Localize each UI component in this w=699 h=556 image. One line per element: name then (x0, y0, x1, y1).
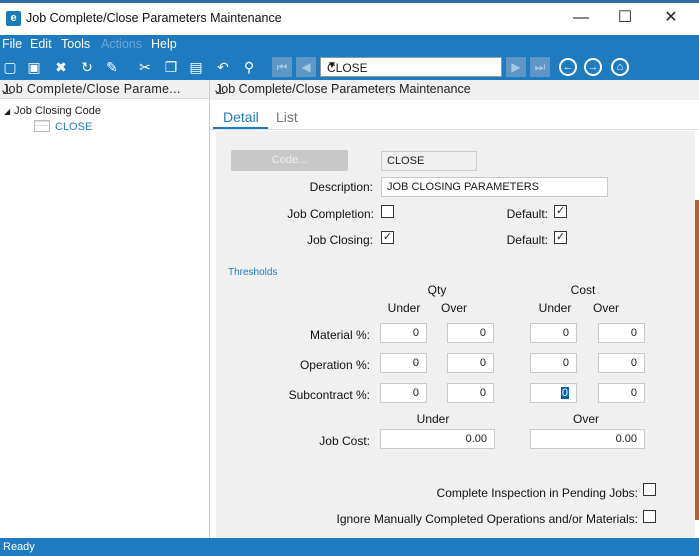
subcontract-qty-under-field[interactable]: 0 (380, 383, 427, 403)
job-completion-checkbox[interactable] (381, 205, 394, 218)
operation-cost-under-field[interactable]: 0 (530, 353, 577, 373)
home-icon[interactable]: ⌂ (611, 58, 629, 76)
material-cost-under-field[interactable]: 0 (530, 323, 577, 343)
qty-header: Qty (427, 283, 447, 297)
record-icon (34, 120, 50, 132)
job-closing-label: Job Closing: (306, 233, 373, 247)
job-completion-label: Job Completion: (287, 207, 374, 221)
qty-under-header: Under (387, 301, 421, 315)
operation-qty-under-field[interactable]: 0 (380, 353, 427, 373)
new-icon[interactable]: ▢ (1, 58, 19, 76)
maximize-button[interactable]: ☐ (614, 8, 636, 28)
tree-child-close[interactable]: CLOSE (55, 121, 92, 133)
complete-inspection-checkbox[interactable] (643, 483, 656, 496)
tree-panel-header: Job Complete/Close Parame... ⊥ (0, 80, 209, 99)
pin-icon[interactable]: ⊥ (2, 82, 201, 97)
title-bar: e Job Complete/Close Parameters Maintena… (0, 0, 699, 35)
operation-label: Operation %: (299, 358, 370, 372)
tree-root-node[interactable]: ◢ Job Closing Code (4, 105, 101, 117)
menu-file[interactable]: File (2, 37, 22, 51)
material-qty-over-field[interactable]: 0 (447, 323, 494, 343)
tab-list[interactable]: List (276, 109, 298, 125)
pin-icon[interactable]: ⊥ (215, 82, 687, 97)
tree-panel: Job Complete/Close Parame... ⊥ ◢ Job Clos… (0, 80, 210, 538)
subcontract-cost-over-field[interactable]: 0 (598, 383, 645, 403)
copy-icon[interactable]: ❐ (162, 58, 180, 76)
window-title: Job Complete/Close Parameters Maintenanc… (26, 11, 282, 25)
menu-help[interactable]: Help (151, 37, 177, 51)
subcontract-label: Subcontract %: (288, 388, 370, 402)
adjacent-window-edge (695, 200, 699, 520)
job-closing-checkbox[interactable]: ✓ (381, 231, 394, 244)
close-button[interactable]: ✕ (660, 8, 682, 28)
menu-bar: File Edit Tools Actions Help (0, 35, 699, 54)
tab-divider (210, 129, 699, 130)
job-closing-default-checkbox[interactable]: ✓ (554, 231, 567, 244)
code-button[interactable]: Code... (231, 150, 348, 171)
last-record-button[interactable]: ⏭ (530, 57, 550, 77)
search-icon[interactable]: ⚲ (240, 58, 258, 76)
toolbar: ▢ ▣ ✖ ↻ ✎ ✂ ❐ ▤ ↶ ⚲ ⏮ ◀ CLOSE ▼ ▶ ⏭ ← → … (0, 54, 699, 80)
material-cost-over-field[interactable]: 0 (598, 323, 645, 343)
delete-icon[interactable]: ✖ (52, 58, 70, 76)
menu-tools[interactable]: Tools (61, 37, 90, 51)
refresh-icon[interactable]: ↻ (78, 58, 96, 76)
paste-icon[interactable]: ▤ (187, 58, 205, 76)
forward-icon[interactable]: → (584, 58, 602, 76)
job-completion-default-label: Default: (506, 207, 548, 221)
record-navigation-combo[interactable]: CLOSE ▼ (320, 57, 502, 77)
next-record-button[interactable]: ▶ (506, 57, 526, 77)
previous-record-button[interactable]: ◀ (296, 57, 316, 77)
selected-text: 0 (560, 387, 569, 399)
job-cost-under-header: Under (416, 412, 450, 426)
status-bar: Ready (0, 538, 699, 556)
job-cost-label: Job Cost: (319, 434, 370, 448)
cost-under-header: Under (538, 301, 572, 315)
material-qty-under-field[interactable]: 0 (380, 323, 427, 343)
app-icon: e (6, 11, 21, 26)
qty-over-header: Over (440, 301, 467, 315)
detail-panel-header: Job Complete/Close Parameters Maintenanc… (210, 80, 699, 100)
job-cost-over-header: Over (572, 412, 599, 426)
clear-icon[interactable]: ✎ (103, 58, 121, 76)
description-field[interactable]: JOB CLOSING PARAMETERS (381, 177, 608, 197)
ignore-manual-checkbox[interactable] (643, 510, 656, 523)
job-cost-over-field[interactable]: 0.00 (530, 429, 645, 449)
status-text: Ready (3, 541, 35, 553)
chevron-down-icon[interactable]: ▼ (327, 60, 497, 71)
complete-inspection-label: Complete Inspection in Pending Jobs: (436, 486, 638, 500)
tree-root-label: Job Closing Code (14, 105, 101, 117)
minimize-button[interactable]: — (570, 8, 592, 28)
ignore-manual-label: Ignore Manually Completed Operations and… (336, 512, 639, 526)
menu-actions[interactable]: Actions (101, 37, 142, 51)
tree-expand-icon[interactable]: ◢ (4, 107, 10, 116)
cut-icon[interactable]: ✂ (136, 58, 154, 76)
thresholds-title: Thresholds (228, 267, 278, 278)
code-field: CLOSE (381, 151, 477, 171)
cost-header: Cost (570, 283, 596, 297)
job-closing-default-label: Default: (506, 233, 548, 247)
cost-over-header: Over (592, 301, 619, 315)
undo-icon[interactable]: ↶ (214, 58, 232, 76)
first-record-button[interactable]: ⏮ (272, 57, 292, 77)
description-label: Description: (309, 180, 373, 194)
save-icon[interactable]: ▣ (25, 58, 43, 76)
job-cost-under-field[interactable]: 0.00 (380, 429, 495, 449)
subcontract-cost-under-field[interactable]: 0 (530, 383, 577, 403)
job-completion-default-checkbox[interactable]: ✓ (554, 205, 567, 218)
operation-qty-over-field[interactable]: 0 (447, 353, 494, 373)
material-label: Material %: (309, 328, 370, 342)
back-icon[interactable]: ← (559, 58, 577, 76)
operation-cost-over-field[interactable]: 0 (598, 353, 645, 373)
tab-detail[interactable]: Detail (223, 109, 259, 125)
subcontract-qty-over-field[interactable]: 0 (447, 383, 494, 403)
menu-edit[interactable]: Edit (30, 37, 52, 51)
